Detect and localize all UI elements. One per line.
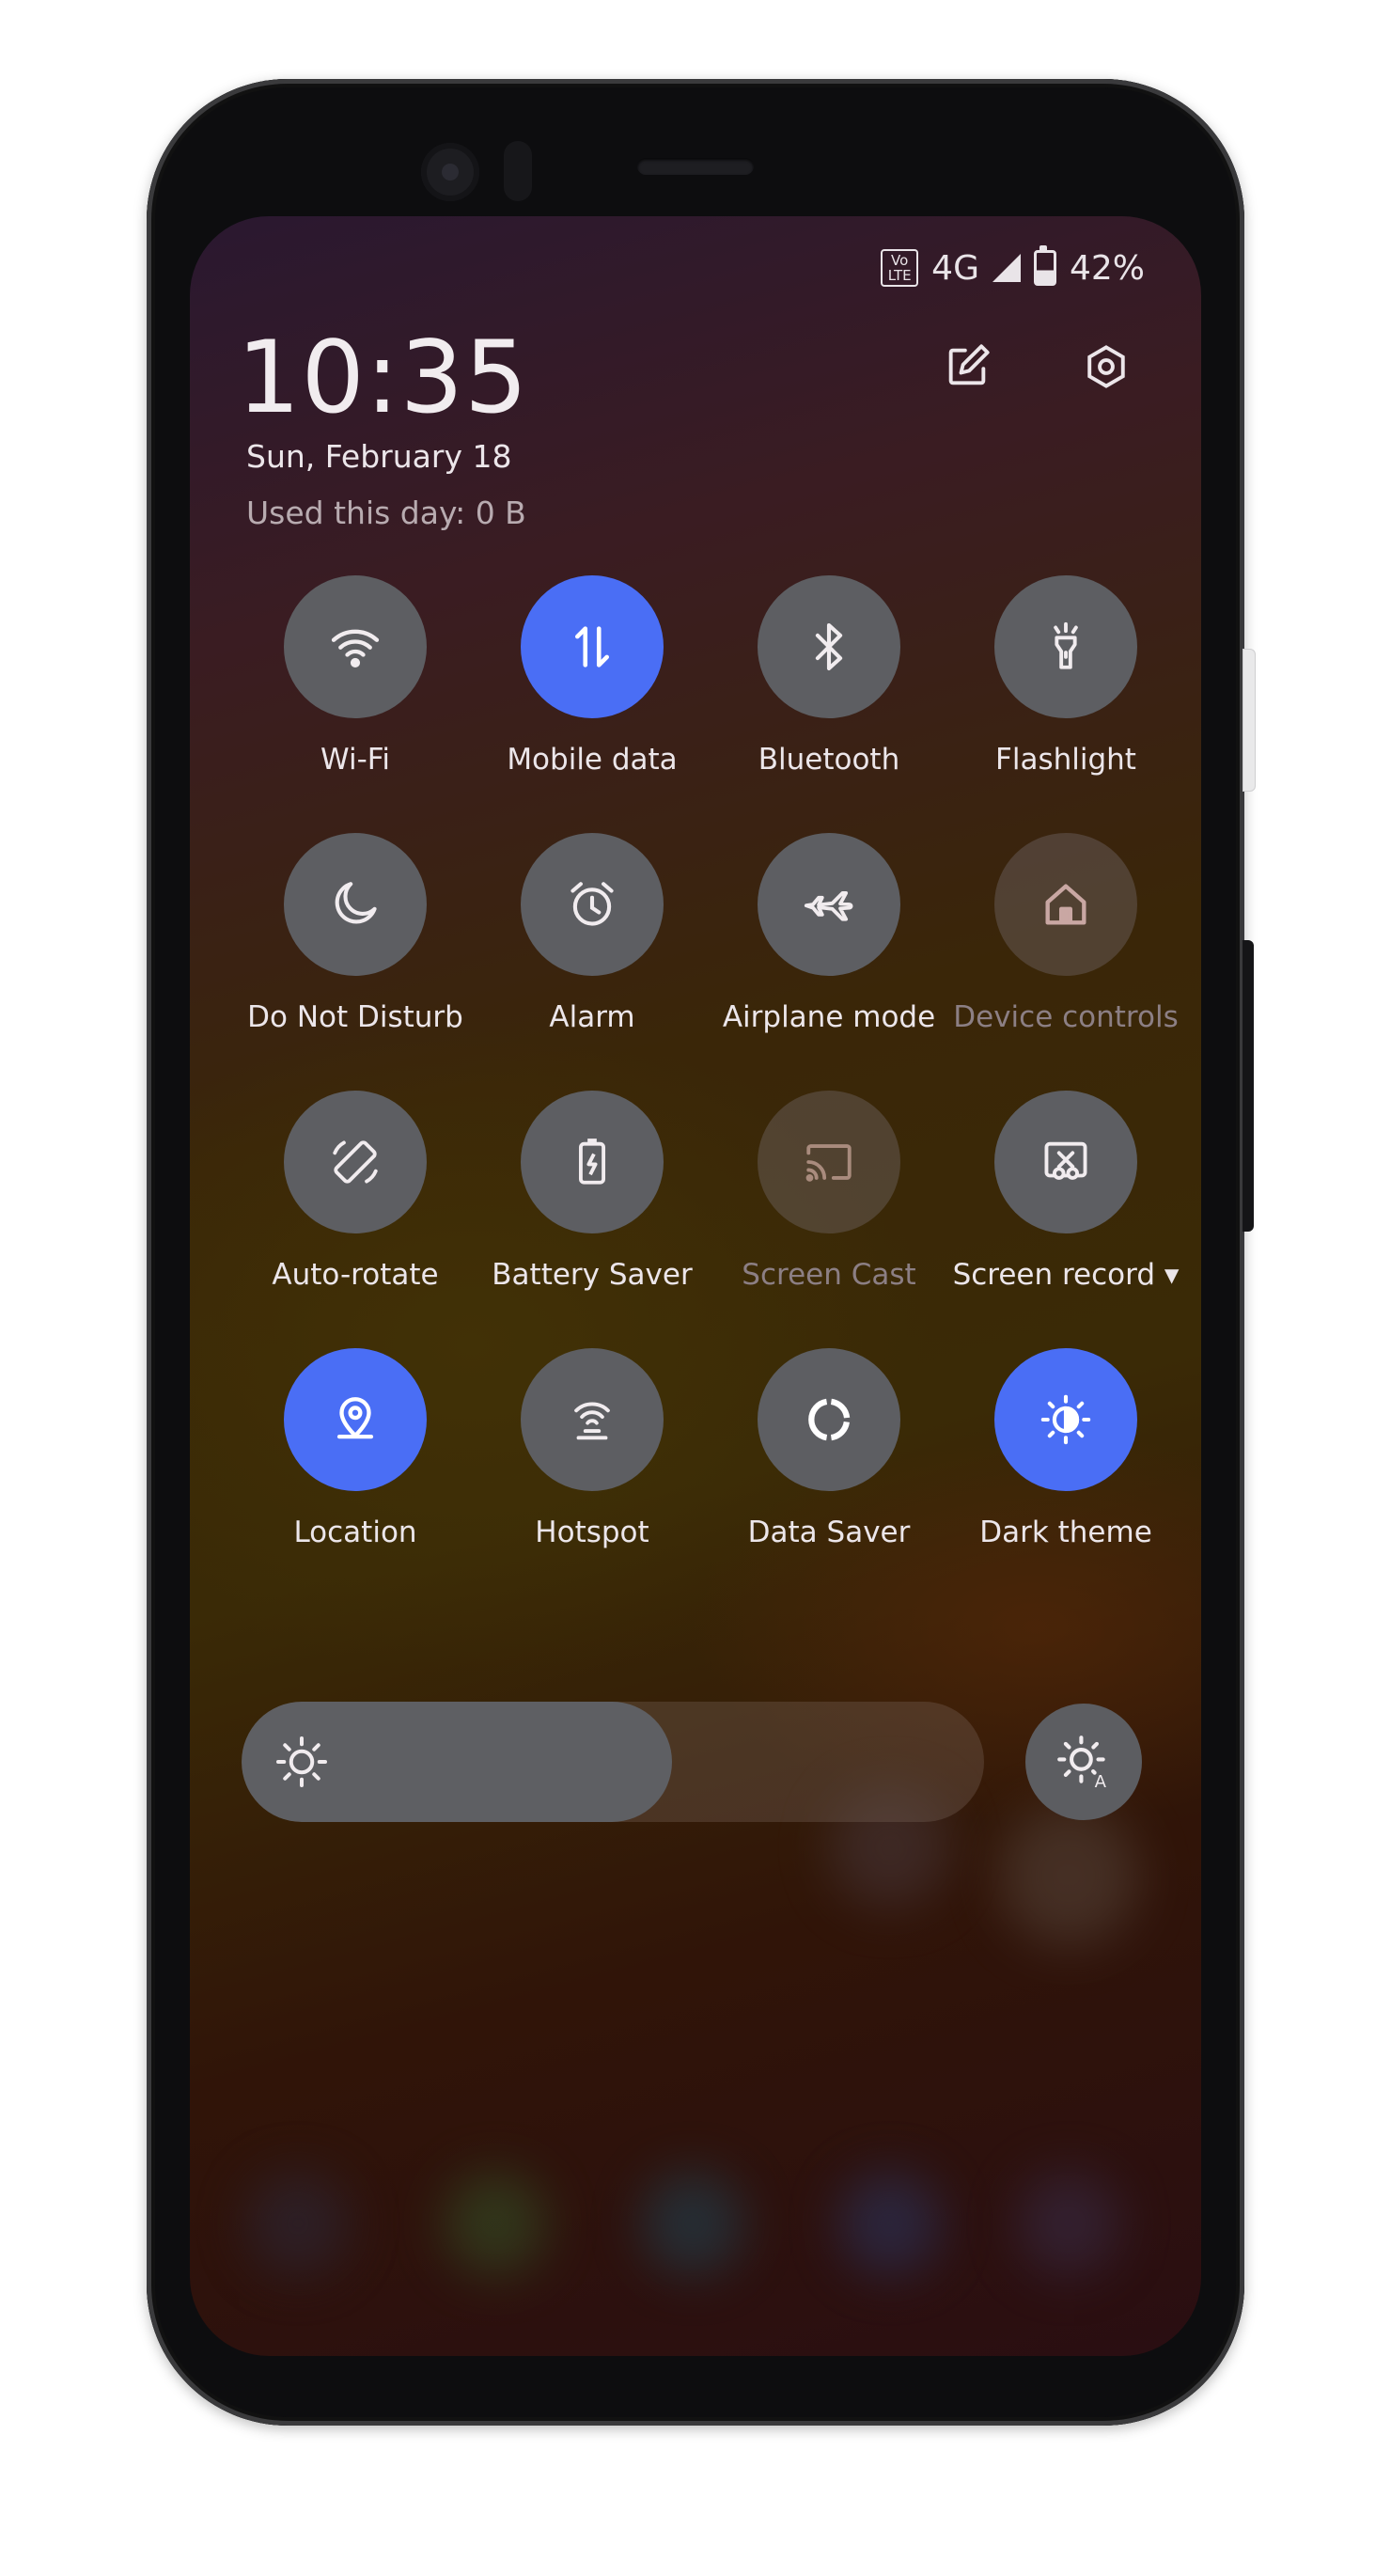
earpiece-speaker xyxy=(637,158,754,175)
flashlight-icon xyxy=(1039,620,1093,674)
location-toggle[interactable] xyxy=(284,1348,427,1491)
wi-fi-toggle[interactable] xyxy=(284,575,427,718)
location-icon xyxy=(328,1392,383,1447)
data-saver-toggle[interactable] xyxy=(758,1348,900,1491)
tile-do-not-disturb[interactable]: Do Not Disturb xyxy=(237,833,474,1040)
volume-button xyxy=(1243,649,1256,792)
tile-battery-saver[interactable]: Battery Saver xyxy=(474,1091,711,1297)
data-saver-icon xyxy=(802,1392,856,1447)
tile-data-saver[interactable]: Data Saver xyxy=(711,1348,947,1555)
date[interactable]: Sun, February 18 xyxy=(246,438,511,475)
blurred-dock-icon xyxy=(1017,2172,1120,2275)
battery-percent: 42% xyxy=(1069,248,1145,288)
hotspot-toggle[interactable] xyxy=(521,1348,664,1491)
quick-settings-screen: Vo LTE 4G 42% 10:35 Sun, February 18 Use… xyxy=(190,216,1201,2356)
edit-icon[interactable] xyxy=(933,333,1001,401)
auto-brightness-icon: A xyxy=(1057,1736,1107,1791)
blurred-dock-icon xyxy=(246,2172,350,2275)
tile-label: Device controls xyxy=(953,1000,1179,1034)
blurred-dock-icon xyxy=(641,2172,744,2275)
network-type: 4G xyxy=(931,248,979,288)
volte-indicator: Vo LTE xyxy=(881,249,919,287)
device-controls-toggle[interactable] xyxy=(994,833,1137,976)
mobile-data-icon xyxy=(565,620,619,674)
tile-bluetooth[interactable]: Bluetooth xyxy=(711,575,947,782)
signal-icon xyxy=(992,254,1021,282)
brightness-slider[interactable] xyxy=(242,1702,984,1822)
home-icon xyxy=(1039,877,1093,932)
tile-alarm[interactable]: Alarm xyxy=(474,833,711,1040)
tile-location[interactable]: Location xyxy=(237,1348,474,1555)
dark-theme-toggle[interactable] xyxy=(994,1348,1137,1491)
airplane-mode-toggle[interactable] xyxy=(758,833,900,976)
clock[interactable]: 10:35 xyxy=(237,320,528,435)
battery-saver-icon xyxy=(565,1135,619,1189)
tile-screen-cast[interactable]: Screen Cast xyxy=(711,1091,947,1297)
bluetooth-icon xyxy=(802,620,856,674)
rotate-icon xyxy=(328,1135,383,1189)
moon-icon xyxy=(328,877,383,932)
tile-device-controls[interactable]: Device controls xyxy=(947,833,1184,1040)
screen-record-icon xyxy=(1039,1135,1093,1189)
tile-flashlight[interactable]: Flashlight xyxy=(947,575,1184,782)
tile-label: Screen record ▾ xyxy=(952,1258,1180,1292)
flashlight-toggle[interactable] xyxy=(994,575,1137,718)
screen-record-toggle[interactable] xyxy=(994,1091,1137,1233)
wifi-icon xyxy=(328,620,383,674)
svg-text:A: A xyxy=(1095,1772,1107,1791)
airplane-icon xyxy=(802,877,856,932)
tile-mobile-data[interactable]: Mobile data xyxy=(474,575,711,782)
front-camera xyxy=(421,143,479,201)
battery-icon xyxy=(1033,245,1056,286)
cast-icon xyxy=(802,1135,856,1189)
power-button xyxy=(1243,940,1254,1232)
auto-brightness-button[interactable]: A xyxy=(1025,1704,1142,1820)
tile-dark-theme[interactable]: Dark theme xyxy=(947,1348,1184,1555)
proximity-sensor xyxy=(504,141,532,201)
do-not-disturb-toggle[interactable] xyxy=(284,833,427,976)
tile-wi-fi[interactable]: Wi-Fi xyxy=(237,575,474,782)
tile-auto-rotate[interactable]: Auto-rotate xyxy=(237,1091,474,1297)
tile-screen-record[interactable]: Screen record ▾ xyxy=(947,1091,1184,1297)
dark-theme-icon xyxy=(1039,1392,1093,1447)
settings-icon[interactable] xyxy=(1072,333,1140,401)
blurred-dock-icon xyxy=(444,2172,547,2275)
tile-hotspot[interactable]: Hotspot xyxy=(474,1348,711,1555)
blurred-widget xyxy=(998,1805,1139,1946)
tile-airplane-mode[interactable]: Airplane mode xyxy=(711,833,947,1040)
status-bar: Vo LTE 4G 42% xyxy=(881,244,1145,291)
alarm-toggle[interactable] xyxy=(521,833,664,976)
mobile-data-toggle[interactable] xyxy=(521,575,664,718)
hotspot-icon xyxy=(565,1392,619,1447)
bluetooth-toggle[interactable] xyxy=(758,575,900,718)
tile-label: Dark theme xyxy=(979,1516,1152,1549)
screen-cast-toggle[interactable] xyxy=(758,1091,900,1233)
alarm-icon xyxy=(565,877,619,932)
tile-label: Flashlight xyxy=(995,743,1136,777)
auto-rotate-toggle[interactable] xyxy=(284,1091,427,1233)
battery-saver-toggle[interactable] xyxy=(521,1091,664,1233)
blurred-dock-icon xyxy=(838,2172,942,2275)
brightness-icon xyxy=(276,1736,327,1787)
data-usage[interactable]: Used this day: 0 B xyxy=(246,495,526,531)
